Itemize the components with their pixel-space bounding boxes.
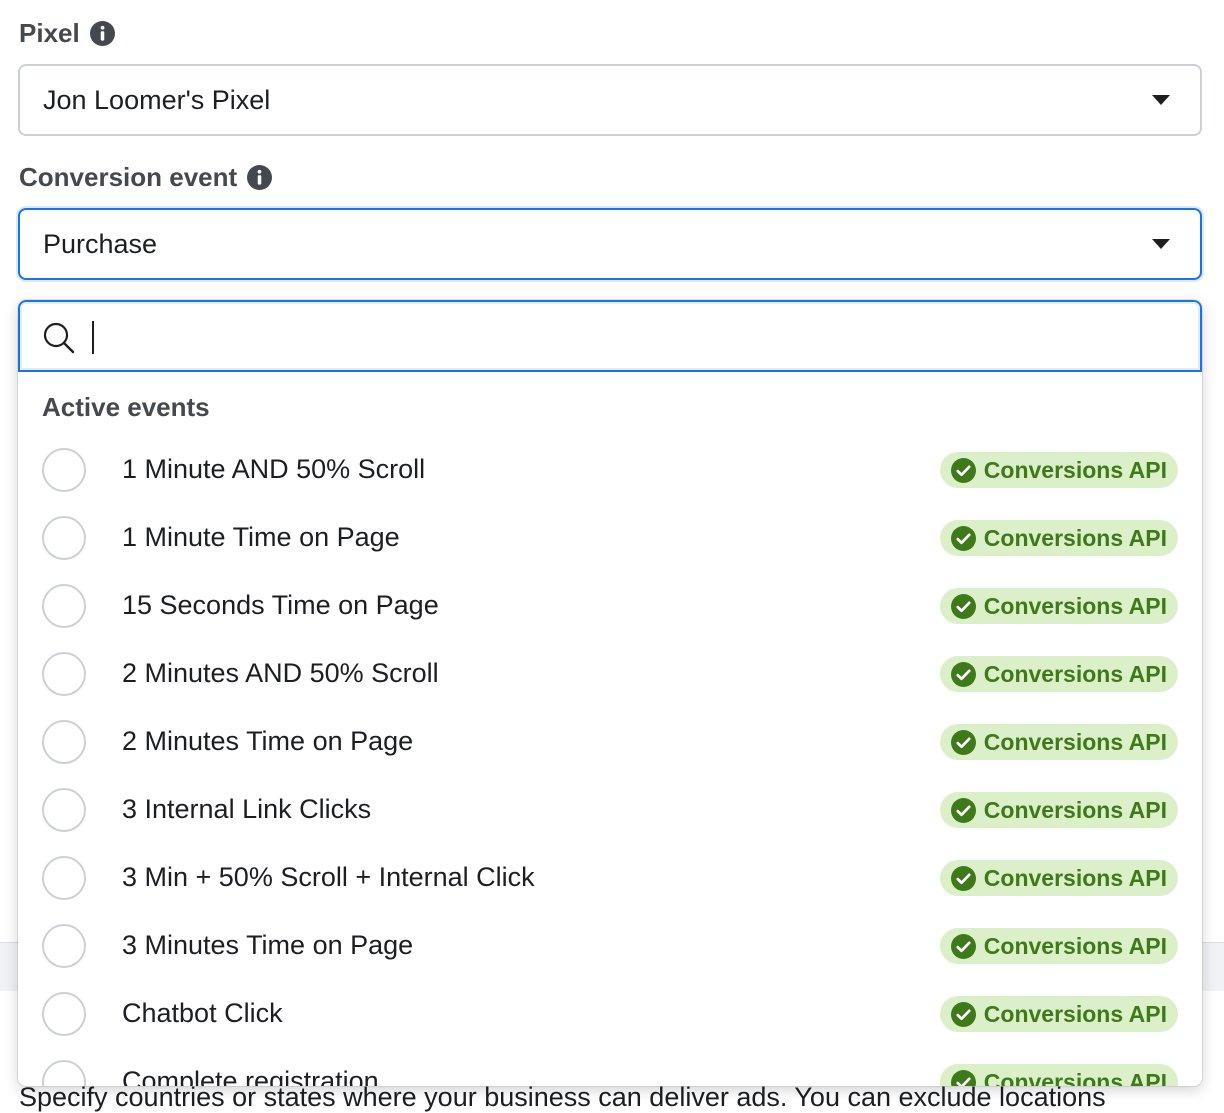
event-name: 1 Minute AND 50% Scroll [122, 454, 426, 484]
chevron-down-icon [1152, 239, 1170, 249]
badge-label: Conversions API [983, 864, 1167, 891]
chevron-down-icon [1152, 95, 1170, 105]
radio-button[interactable] [42, 992, 86, 1036]
radio-button[interactable] [42, 720, 86, 764]
radio-button[interactable] [42, 652, 86, 696]
pixel-select[interactable]: Jon Loomer's Pixel [18, 64, 1202, 136]
event-name: 1 Minute Time on Page [122, 522, 400, 552]
conversions-api-badge: Conversions API [939, 860, 1178, 896]
info-icon[interactable] [89, 21, 115, 46]
check-circle-icon [950, 865, 976, 891]
conversions-api-badge: Conversions API [939, 928, 1178, 964]
event-name: 3 Minutes Time on Page [122, 930, 414, 960]
badge-label: Conversions API [983, 524, 1167, 551]
check-circle-icon [950, 1069, 976, 1086]
list-item[interactable]: 2 Minutes AND 50% Scroll Conversions API [18, 642, 1202, 710]
event-name: Complete registration [122, 1066, 379, 1086]
radio-button[interactable] [42, 516, 86, 560]
pixel-label-text: Pixel [19, 18, 80, 48]
conversions-api-badge: Conversions API [939, 452, 1178, 488]
event-name: Chatbot Click [122, 998, 283, 1028]
list-item[interactable]: 2 Minutes Time on Page Conversions API [18, 710, 1202, 778]
radio-button[interactable] [42, 856, 86, 900]
radio-button[interactable] [42, 448, 86, 492]
badge-label: Conversions API [983, 1000, 1167, 1027]
check-circle-icon [950, 933, 976, 959]
list-item[interactable]: 3 Minutes Time on Page Conversions API [18, 914, 1202, 982]
event-name: 2 Minutes Time on Page [122, 726, 414, 756]
check-circle-icon [950, 1001, 976, 1027]
badge-label: Conversions API [983, 456, 1167, 483]
check-circle-icon [950, 661, 976, 687]
event-search-box[interactable] [18, 300, 1202, 372]
conversions-api-badge: Conversions API [939, 724, 1178, 760]
badge-label: Conversions API [983, 660, 1167, 687]
check-circle-icon [950, 457, 976, 483]
check-circle-icon [950, 593, 976, 619]
event-list: 1 Minute AND 50% Scroll Conversions API … [18, 438, 1202, 1086]
list-item[interactable]: Complete registration Conversions API [18, 1050, 1202, 1086]
conversions-api-badge: Conversions API [939, 520, 1178, 556]
badge-label: Conversions API [983, 796, 1167, 823]
radio-button[interactable] [42, 1060, 86, 1086]
list-item[interactable]: 3 Internal Link Clicks Conversions API [18, 778, 1202, 846]
pixel-select-value: Jon Loomer's Pixel [43, 84, 271, 115]
event-search-input[interactable] [90, 316, 1184, 358]
conversion-event-dropdown: Active events 1 Minute AND 50% Scroll Co… [18, 300, 1202, 1086]
event-name: 3 Min + 50% Scroll + Internal Click [122, 862, 535, 892]
list-item[interactable]: 3 Min + 50% Scroll + Internal Click Conv… [18, 846, 1202, 914]
radio-button[interactable] [42, 788, 86, 832]
list-item[interactable]: Chatbot Click Conversions API [18, 982, 1202, 1050]
radio-button[interactable] [42, 584, 86, 628]
conversion-event-label: Conversion event [19, 162, 273, 193]
check-circle-icon [950, 729, 976, 755]
event-name: 3 Internal Link Clicks [122, 794, 372, 824]
badge-label: Conversions API [983, 1068, 1167, 1087]
badge-label: Conversions API [983, 728, 1167, 755]
pixel-label: Pixel [19, 18, 115, 49]
conversion-event-select-value: Purchase [43, 228, 158, 259]
active-events-heading: Active events [42, 392, 210, 422]
badge-label: Conversions API [983, 932, 1167, 959]
list-item[interactable]: 1 Minute Time on Page Conversions API [18, 506, 1202, 574]
list-item[interactable]: 1 Minute AND 50% Scroll Conversions API [18, 438, 1202, 506]
search-icon [43, 322, 75, 354]
conversions-api-badge: Conversions API [939, 588, 1178, 624]
conversion-event-select[interactable]: Purchase [18, 208, 1202, 280]
conversion-event-label-text: Conversion event [19, 162, 238, 192]
radio-button[interactable] [42, 924, 86, 968]
locations-help-text: Specify countries or states where your b… [19, 1082, 1106, 1112]
conversions-api-badge: Conversions API [939, 1064, 1178, 1087]
list-item[interactable]: 15 Seconds Time on Page Conversions API [18, 574, 1202, 642]
event-name: 15 Seconds Time on Page [122, 590, 439, 620]
text-cursor [92, 321, 94, 354]
conversions-api-badge: Conversions API [939, 792, 1178, 828]
event-name: 2 Minutes AND 50% Scroll [122, 658, 439, 688]
badge-label: Conversions API [983, 592, 1167, 619]
conversions-api-badge: Conversions API [939, 656, 1178, 692]
conversions-api-badge: Conversions API [939, 996, 1178, 1032]
info-icon[interactable] [247, 165, 273, 190]
check-circle-icon [950, 797, 976, 823]
check-circle-icon [950, 525, 976, 551]
